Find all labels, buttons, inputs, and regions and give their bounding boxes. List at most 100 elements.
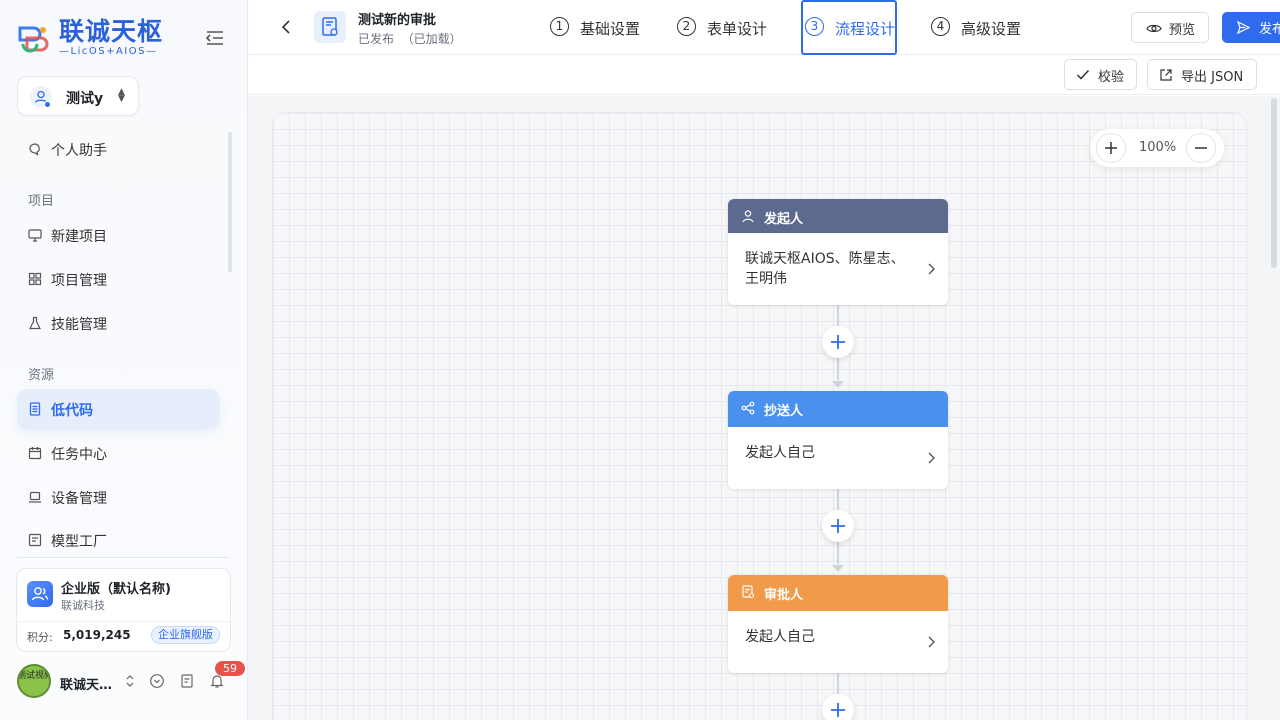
node-body: 联诚天枢AIOS、陈星志、王明伟 — [728, 233, 948, 305]
nav-item-label: 设备管理 — [51, 491, 107, 507]
step-number: 4 — [931, 17, 950, 36]
validate-button[interactable]: 校验 — [1064, 59, 1137, 90]
nav-section-projects: 项目 — [28, 194, 55, 209]
back-arrow-icon[interactable] — [278, 17, 294, 37]
collapse-sidebar-icon[interactable] — [204, 28, 226, 48]
step-form-design[interactable]: 2 表单设计 — [677, 0, 772, 55]
share-icon — [741, 401, 755, 415]
node-content: 发起人自己 — [745, 445, 815, 461]
flask-icon — [29, 316, 41, 330]
workspace-status-dot — [44, 101, 51, 108]
enterprise-title: 企业版（默认名称) — [61, 582, 171, 597]
grid-icon — [28, 272, 42, 286]
user-name[interactable]: 联诚天枢AIOS — [60, 674, 116, 693]
export-json-button[interactable]: 导出 JSON — [1147, 59, 1257, 90]
switch-account-icon[interactable] — [122, 673, 138, 689]
chat-bubble-icon — [29, 143, 40, 156]
zoom-out-button[interactable] — [1186, 133, 1216, 163]
nav-menu: 个人助手 项目 新建项目 项目管理 技能管理 资源 低代码 任务中心 设备管理 — [0, 128, 247, 552]
add-node-button[interactable] — [822, 694, 854, 720]
plus-icon — [1105, 142, 1117, 154]
brand-name: 联诚天枢 — [59, 17, 164, 46]
document-list-icon — [29, 402, 41, 416]
eye-icon — [1146, 24, 1162, 33]
plan-badge: 企业旗舰版 — [151, 626, 220, 644]
sidebar: 联诚天枢 —LicOS+AIOS— 测试y ▲ ▼ 个人助手 项目 新建项目 项目… — [0, 0, 248, 720]
node-title: 审批人 — [764, 588, 804, 603]
send-icon — [1236, 20, 1251, 35]
zoom-level: 100% — [1139, 140, 1177, 155]
brand-logo[interactable]: 联诚天枢 —LicOS+AIOS— — [15, 18, 175, 60]
add-node-button[interactable] — [822, 510, 854, 542]
flow-connector — [837, 541, 839, 564]
nav-item-label: 项目管理 — [51, 273, 107, 289]
user-avatar[interactable]: 测试视频 — [17, 664, 51, 698]
nav-item-model-factory[interactable]: 模型工厂 — [17, 520, 220, 552]
preview-label: 预览 — [1169, 23, 1196, 38]
avatar-text: 测试视频 — [17, 671, 51, 681]
factory-icon — [28, 533, 42, 547]
validate-label: 校验 — [1098, 70, 1125, 85]
export-icon — [1160, 69, 1172, 81]
up-down-caret-icon: ▲ ▼ — [118, 87, 125, 104]
plus-icon — [831, 335, 845, 349]
flow-toolbar: 校验 导出 JSON — [248, 55, 1280, 95]
nav-item-project-management[interactable]: 项目管理 — [17, 259, 220, 299]
sidebar-divider — [17, 557, 230, 558]
publish-button[interactable]: 发布 — [1222, 12, 1280, 43]
user-icon — [742, 210, 754, 223]
brand-subtitle: —LicOS+AIOS— — [59, 46, 158, 57]
canvas-scrollbar[interactable] — [1271, 98, 1277, 268]
points-label: 积分: — [27, 631, 53, 644]
node-body: 发起人自己 — [728, 427, 948, 489]
nav-item-label: 新建项目 — [51, 229, 107, 245]
step-basic-settings[interactable]: 1 基础设置 — [550, 0, 645, 55]
workspace-switcher[interactable]: 测试y ▲ ▼ — [17, 76, 139, 116]
monitor-icon — [28, 229, 42, 242]
enterprise-card[interactable]: 企业版（默认名称) 联诚科技 积分: 5,019,245 企业旗舰版 — [16, 568, 231, 652]
step-label: 流程设计 — [835, 20, 896, 38]
node-content: 发起人自己 — [745, 629, 815, 645]
nav-item-low-code[interactable]: 低代码 — [17, 389, 220, 429]
approval-icon — [742, 585, 755, 599]
zoom-in-button[interactable] — [1096, 133, 1126, 163]
chevron-right-icon — [928, 263, 935, 275]
sidebar-scrollbar[interactable] — [228, 132, 232, 272]
flow-arrow — [832, 565, 844, 572]
step-flow-design[interactable]: 3 流程设计 — [805, 0, 895, 55]
form-title: 测试新的审批 — [358, 13, 437, 28]
nav-item-skill-management[interactable]: 技能管理 — [17, 303, 220, 343]
node-content: 联诚天枢AIOS、陈星志、王明伟 — [745, 251, 905, 287]
chevron-right-icon — [928, 452, 935, 464]
dropdown-circle-icon[interactable] — [149, 673, 165, 689]
nav-item-label: 个人助手 — [51, 143, 107, 159]
document-icon[interactable] — [179, 673, 195, 689]
nav-item-task-center[interactable]: 任务中心 — [17, 433, 220, 473]
form-status: 已发布 （已加载） — [358, 32, 462, 46]
add-node-button[interactable] — [822, 326, 854, 358]
step-label: 表单设计 — [707, 20, 768, 38]
step-label: 基础设置 — [580, 20, 641, 38]
calendar-icon — [28, 447, 42, 460]
nav-item-personal-assistant[interactable]: 个人助手 — [17, 129, 220, 169]
user-row: 测试视频 联诚天枢AIOS 59 — [17, 661, 247, 700]
node-title: 发起人 — [764, 212, 804, 227]
preview-button[interactable]: 预览 — [1131, 12, 1209, 43]
points-value: 5,019,245 — [63, 628, 131, 642]
flow-node-cc[interactable]: 抄送人 发起人自己 — [728, 391, 948, 489]
nav-item-new-project[interactable]: 新建项目 — [17, 215, 220, 255]
top-bar: 测试新的审批 已发布 （已加载） 1 基础设置 2 表单设计 3 流程设计 4 … — [248, 0, 1280, 55]
flow-node-approver[interactable]: 审批人 发起人自己 — [728, 575, 948, 673]
flow-node-initiator[interactable]: 发起人 联诚天枢AIOS、陈星志、王明伟 — [728, 199, 948, 305]
nav-item-device-management[interactable]: 设备管理 — [17, 477, 220, 517]
step-advanced-settings[interactable]: 4 高级设置 — [931, 0, 1026, 55]
export-label: 导出 JSON — [1181, 70, 1244, 85]
workspace-name: 测试y — [66, 91, 104, 107]
form-icon — [314, 11, 346, 43]
enterprise-card-divider — [17, 621, 230, 622]
node-body: 发起人自己 — [728, 611, 948, 673]
flow-arrow — [832, 381, 844, 388]
node-title: 抄送人 — [764, 404, 804, 419]
nav-item-label: 技能管理 — [51, 317, 107, 333]
enterprise-company: 联诚科技 — [61, 599, 105, 612]
